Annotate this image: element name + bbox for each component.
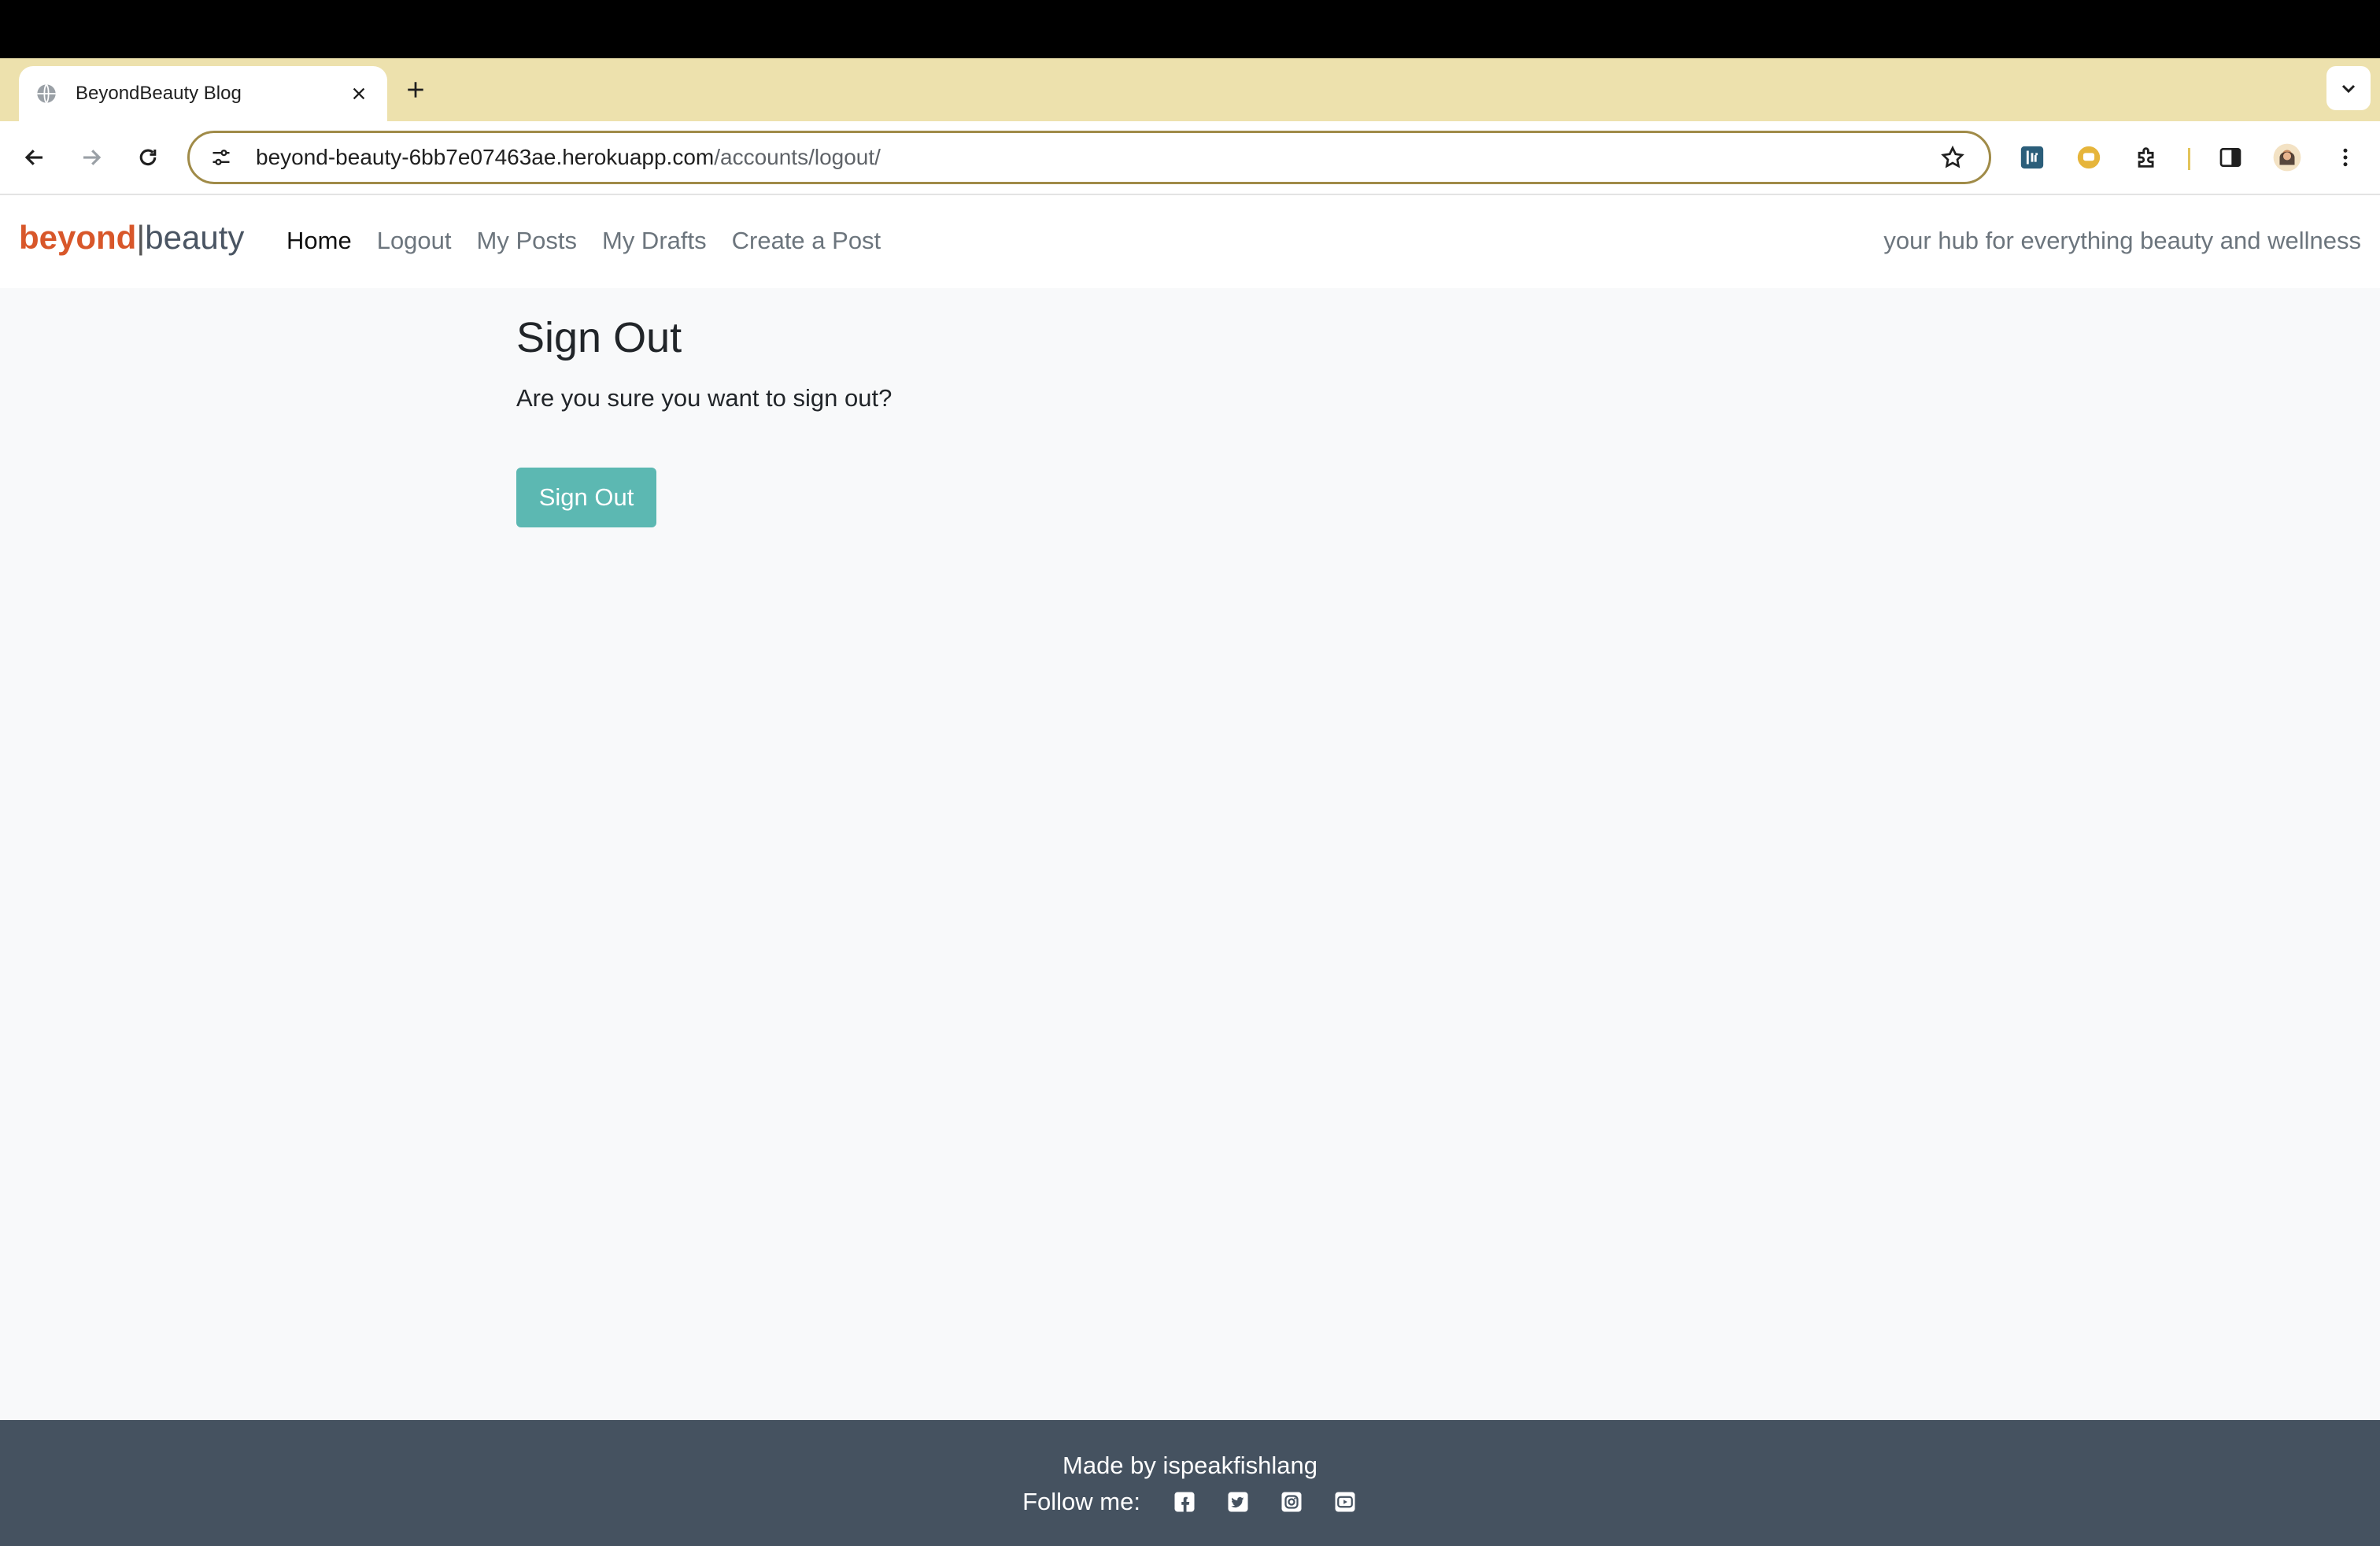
- facebook-icon[interactable]: [1172, 1489, 1197, 1515]
- reload-icon: [139, 149, 157, 166]
- sign-out-button[interactable]: Sign Out: [516, 468, 656, 527]
- nav-my-drafts[interactable]: My Drafts: [602, 227, 707, 255]
- url-host: beyond-beauty-6bb7e07463ae.herokuapp.com: [256, 145, 715, 169]
- site-tagline: your hub for everything beauty and welln…: [1883, 227, 2361, 254]
- nav-my-posts[interactable]: My Posts: [477, 227, 577, 255]
- nav-home[interactable]: Home: [286, 227, 352, 255]
- extension-icon-yellow[interactable]: [2070, 139, 2108, 176]
- reload-button[interactable]: [129, 139, 167, 176]
- brand-secondary: beauty: [145, 219, 245, 256]
- close-icon[interactable]: [346, 81, 371, 106]
- browser-toolbar: beyond-beauty-6bb7e07463ae.herokuapp.com…: [0, 121, 2380, 195]
- nav-create-post[interactable]: Create a Post: [732, 227, 881, 255]
- twitter-icon[interactable]: [1225, 1489, 1251, 1515]
- url-text: beyond-beauty-6bb7e07463ae.herokuapp.com…: [256, 145, 1937, 170]
- signout-prompt: Are you sure you want to sign out?: [516, 384, 893, 412]
- url-path: /accounts/logout/: [714, 145, 881, 169]
- os-menu-bar: [0, 0, 2380, 58]
- extensions-puzzle-icon[interactable]: [2128, 139, 2166, 176]
- new-tab-button[interactable]: [400, 74, 431, 105]
- tab-search-button[interactable]: [2326, 66, 2371, 110]
- browser-tab[interactable]: BeyondBeauty Blog: [19, 66, 387, 121]
- site-footer: Made by ispeakfishlang Follow me:: [0, 1420, 2380, 1546]
- nav-links: Home Logout My Posts My Drafts Create a …: [286, 227, 881, 255]
- arrow-right-icon: [83, 150, 102, 165]
- profile-avatar[interactable]: [2268, 139, 2306, 176]
- site-settings-icon[interactable]: [205, 142, 237, 173]
- brand-logo[interactable]: beyond|beauty: [19, 219, 244, 257]
- youtube-icon[interactable]: [1332, 1489, 1358, 1515]
- follow-label: Follow me:: [1022, 1488, 1140, 1515]
- made-by-text: Made by ispeakfishlang: [1062, 1452, 1318, 1479]
- tab-title: BeyondBeauty Blog: [76, 83, 242, 104]
- page-title: Sign Out: [516, 314, 682, 361]
- toolbar-divider: [2188, 148, 2190, 170]
- back-button[interactable]: [16, 139, 54, 176]
- tab-strip: BeyondBeauty Blog: [0, 58, 2380, 121]
- site-navbar: beyond|beauty Home Logout My Posts My Dr…: [0, 195, 2380, 288]
- arrow-left-icon: [24, 150, 42, 165]
- browser-menu-icon[interactable]: [2326, 139, 2364, 176]
- instagram-icon[interactable]: [1279, 1489, 1304, 1515]
- bookmark-star-icon[interactable]: [1937, 142, 1968, 173]
- address-bar[interactable]: beyond-beauty-6bb7e07463ae.herokuapp.com…: [187, 131, 1991, 184]
- brand-separator: |: [136, 219, 146, 256]
- globe-icon: [35, 82, 58, 105]
- forward-button[interactable]: [72, 139, 110, 176]
- nav-logout[interactable]: Logout: [377, 227, 452, 255]
- side-panel-icon[interactable]: [2212, 139, 2249, 176]
- brand-primary: beyond: [19, 219, 137, 256]
- extension-icon-blue[interactable]: [2013, 139, 2051, 176]
- follow-row: Follow me:: [0, 1488, 2380, 1516]
- chevron-down-icon: [2341, 84, 2356, 94]
